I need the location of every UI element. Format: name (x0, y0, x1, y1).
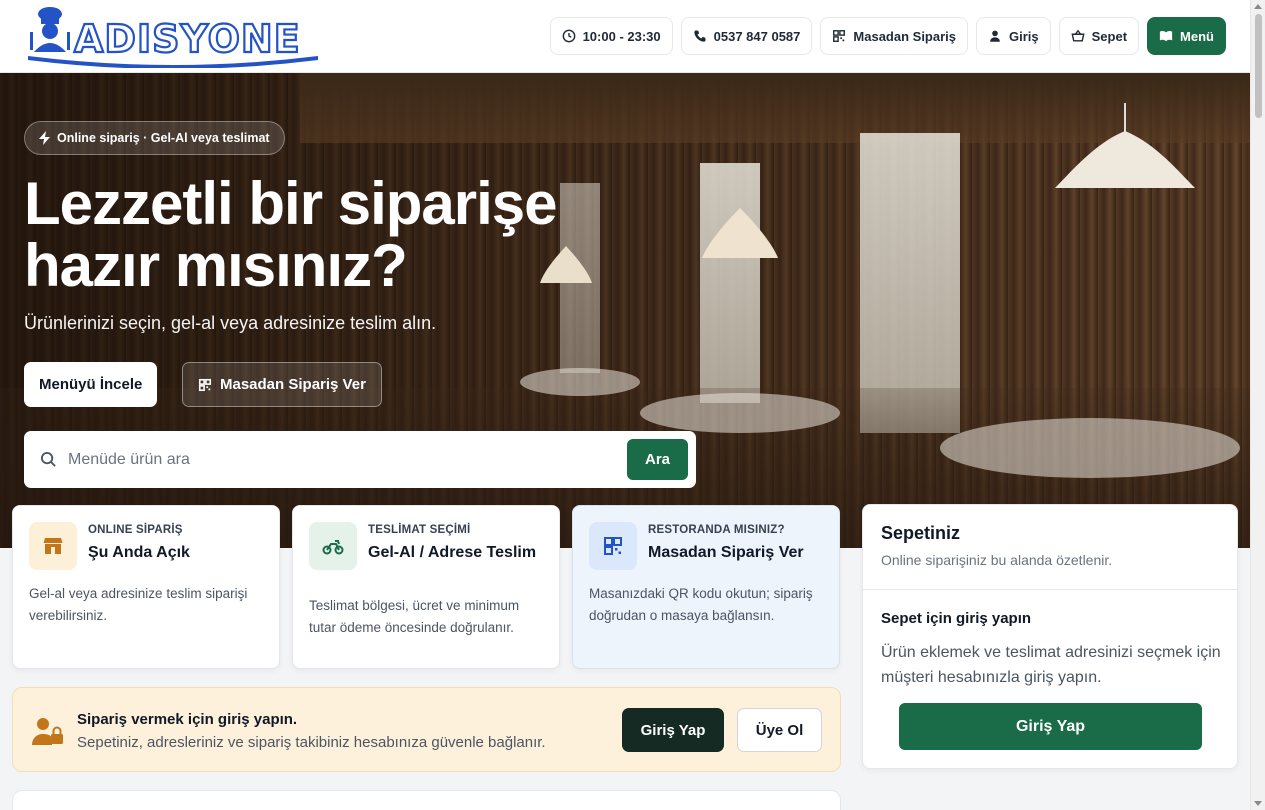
search-icon (40, 451, 56, 467)
scroll-down-arrow[interactable] (1254, 801, 1262, 806)
hero-badge-label: Online sipariş · Gel-Al veya teslimat (57, 131, 270, 145)
info-card-title: Masadan Sipariş Ver (648, 544, 804, 561)
hero-section: Online sipariş · Gel-Al veya teslimat Le… (0, 73, 1250, 548)
hero-subtitle: Ürünlerinizi seçin, gel-al veya adresini… (24, 313, 437, 333)
table-order-button[interactable]: Masadan Sipariş (820, 17, 969, 55)
info-card-title: Şu Anda Açık (88, 544, 190, 561)
info-card-icon-wrap (29, 522, 77, 570)
info-card-desc: Masanızdaki QR kodu okutun; sipariş doğr… (589, 586, 813, 623)
table-order-hero-label: Masadan Sipariş Ver (220, 376, 366, 393)
qr-code-icon (604, 537, 622, 555)
store-icon (43, 538, 63, 554)
info-card-icon-wrap (309, 522, 357, 570)
login-button[interactable]: Giriş (976, 17, 1051, 55)
qr-code-icon (833, 30, 846, 42)
user-lock-icon (32, 718, 63, 745)
cart-login-title: Sepet için giriş yapın (881, 610, 1032, 627)
login-prompt-banner: Sipariş vermek için giriş yapın. Sepetin… (12, 687, 841, 772)
browse-menu-button[interactable]: Menüyü İncele (24, 362, 158, 407)
hero-title: Lezzetli bir siparişe hazır mısınız? (24, 173, 664, 297)
qr-code-icon (198, 378, 212, 391)
info-card-kicker: TESLİMAT SEÇİMİ (368, 524, 471, 536)
cart-login-desc: Ürün eklemek ve teslimat adresinizi seçm… (881, 644, 1221, 686)
table-order-hero-button[interactable]: Masadan Sipariş Ver (182, 362, 382, 407)
login-banner-subtitle: Sepetiniz, adresleriniz ve sipariş takib… (77, 734, 546, 751)
info-card-table-order: RESTORANDA MISINIZ? Masadan Sipariş Ver … (572, 505, 840, 669)
adisyone-logo[interactable]: ADISYONE (28, 4, 318, 69)
svg-text:ADISYONE: ADISYONE (74, 17, 301, 61)
hero-title-line1: Lezzetli bir siparişe (24, 170, 558, 237)
search-input[interactable] (68, 447, 608, 473)
info-card-desc: Gel-al veya adresinize teslim siparişi v… (29, 586, 248, 623)
info-card-kicker: RESTORANDA MISINIZ? (648, 524, 785, 536)
lightning-icon (39, 131, 50, 145)
login-label: Giriş (1009, 28, 1039, 44)
phone-label: 0537 847 0587 (713, 28, 801, 44)
info-card-title: Gel-Al / Adrese Teslim (368, 544, 537, 561)
info-card-desc: Teslimat bölgesi, ücret ve minimum tutar… (309, 598, 520, 635)
cart-title: Sepetiniz (881, 523, 961, 543)
hero-badge: Online sipariş · Gel-Al veya teslimat (24, 121, 285, 155)
menu-label: Menü (1180, 28, 1214, 44)
cart-button[interactable]: Sepet (1058, 17, 1140, 55)
hero-title-line2: hazır mısınız? (24, 232, 408, 299)
top-header: ADISYONE 10:00 - 23:30 0537 847 0587 Mas… (0, 0, 1250, 73)
banner-login-button[interactable]: Giriş Yap (622, 708, 724, 752)
info-card-kicker: ONLINE SİPARİŞ (88, 524, 183, 536)
phone-icon (693, 30, 706, 42)
basket-icon (1071, 29, 1085, 42)
menu-button[interactable]: Menü (1147, 17, 1226, 55)
scroll-up-arrow[interactable] (1254, 4, 1262, 9)
cart-divider (863, 589, 1237, 590)
menu-search-bar: Ara (24, 431, 696, 488)
scroll-thumb[interactable] (1255, 14, 1262, 118)
page-scrollbar[interactable] (1250, 0, 1265, 810)
banner-register-button[interactable]: Üye Ol (737, 708, 822, 752)
cart-subtitle: Online siparişiniz bu alanda özetlenir. (881, 552, 1113, 568)
info-card-delivery: TESLİMAT SEÇİMİ Gel-Al / Adrese Teslim T… (292, 505, 560, 669)
login-banner-title: Sipariş vermek için giriş yapın. (77, 711, 298, 728)
cart-label: Sepet (1091, 28, 1128, 44)
cart-panel: Sepetiniz Online siparişiniz bu alanda ö… (862, 504, 1238, 769)
header-nav: 10:00 - 23:30 0537 847 0587 Masadan Sipa… (549, 17, 1226, 55)
info-card-icon-wrap (589, 522, 637, 570)
search-button[interactable]: Ara (627, 439, 688, 480)
user-icon (990, 30, 1000, 42)
cart-login-button[interactable]: Giriş Yap (899, 703, 1202, 750)
opening-hours-button[interactable]: 10:00 - 23:30 (549, 17, 673, 55)
table-order-label: Masadan Sipariş (853, 28, 957, 44)
phone-button[interactable]: 0537 847 0587 (680, 17, 813, 55)
info-card-online-order: ONLINE SİPARİŞ Şu Anda Açık Gel-al veya … (12, 505, 280, 669)
book-open-icon (1159, 31, 1173, 42)
clock-icon (562, 29, 575, 43)
opening-hours-label: 10:00 - 23:30 (582, 28, 661, 44)
motorcycle-icon (322, 540, 344, 555)
next-section-card (12, 790, 841, 810)
